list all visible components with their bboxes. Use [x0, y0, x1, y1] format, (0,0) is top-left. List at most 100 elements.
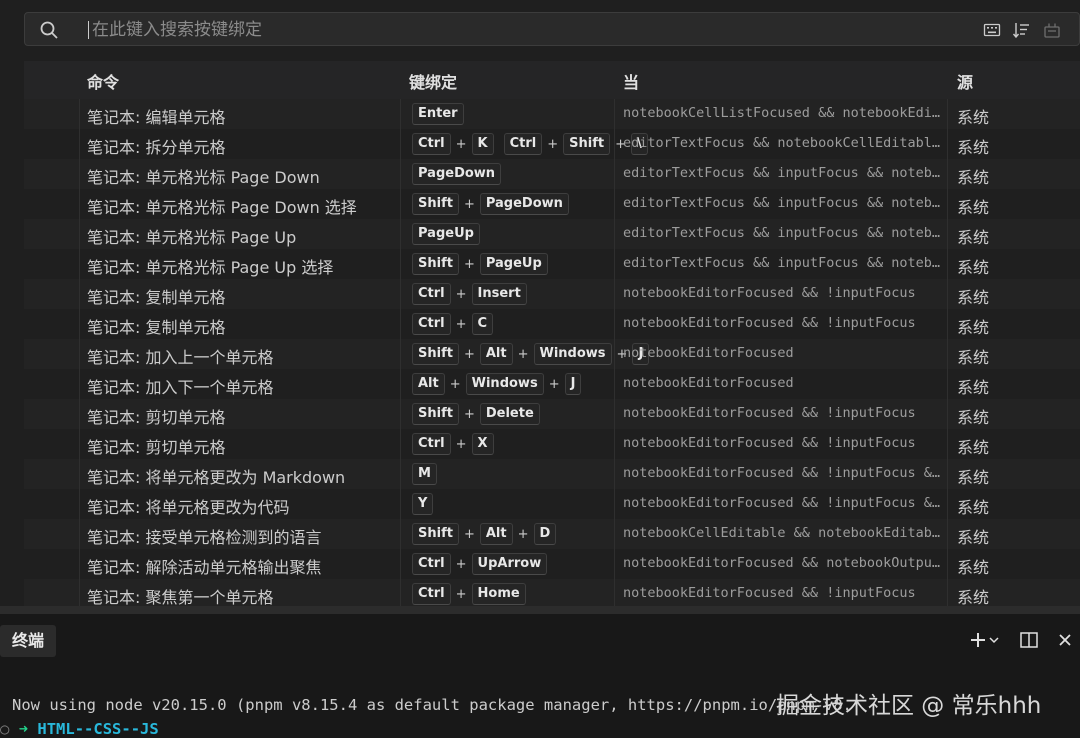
key-cap: X	[471, 433, 494, 455]
command-label: 笔记本: 将单元格更改为 Markdown	[87, 468, 346, 487]
clear-icon[interactable]	[1043, 21, 1061, 39]
source-label: 系统	[957, 198, 990, 217]
source-label: 系统	[957, 108, 990, 127]
table-row[interactable]: 笔记本: 单元格光标 Page Down 选择 Shift + PageDown edi…	[24, 189, 1080, 219]
keybinding-cell: Shift + PageDown	[412, 193, 569, 215]
keybinding-cell: Shift + Alt + D	[412, 523, 557, 545]
command-label: 笔记本: 单元格光标 Page Up 选择	[87, 258, 334, 277]
panel-splitter[interactable]	[0, 606, 1080, 614]
keybinding-cell: Ctrl + X	[412, 433, 494, 455]
when-clause: editorTextFocus && inputFocus && noteb…	[623, 165, 940, 181]
key-cap: Windows	[465, 373, 544, 395]
table-row[interactable]: 笔记本: 聚焦第一个单元格 Ctrl + Home notebookEditorFocu…	[24, 579, 1080, 609]
source-label: 系统	[957, 138, 990, 157]
table-row[interactable]: 笔记本: 加入下一个单元格 Alt + Windows + JnotebookEditor…	[24, 369, 1080, 399]
key-separator: +	[455, 556, 467, 572]
table-body: 笔记本: 编辑单元格 Enter notebookCellListFocused &…	[24, 99, 1080, 609]
keybinding-cell: PageUp	[412, 223, 480, 245]
when-clause: notebookEditorFocused && !inputFocus	[623, 435, 916, 451]
when-clause: editorTextFocus && notebookCellEditabl…	[623, 135, 940, 151]
table-row[interactable]: 笔记本: 拆分单元格 Ctrl + K Ctrl + Shift + \ editorTextFo…	[24, 129, 1080, 159]
table-row[interactable]: 笔记本: 编辑单元格 Enter notebookCellListFocused &…	[24, 99, 1080, 129]
prompt-directory: HTML--CSS--JS	[37, 720, 159, 738]
key-separator: +	[463, 196, 475, 212]
key-cap: Shift	[412, 253, 459, 275]
when-clause: notebookEditorFocused && !inputFocus	[623, 585, 916, 601]
table-row[interactable]: 笔记本: 单元格光标 Page Down PageDown editorTextFo…	[24, 159, 1080, 189]
keybinding-cell: PageDown	[412, 163, 502, 185]
when-clause: notebookEditorFocused	[623, 345, 794, 361]
command-label: 笔记本: 单元格光标 Page Down 选择	[87, 198, 357, 217]
column-divider	[614, 99, 615, 607]
column-divider	[400, 99, 401, 607]
key-cap: Y	[412, 493, 434, 515]
table-row[interactable]: 笔记本: 加入上一个单元格 Shift + Alt + Windows + Jnotebook…	[24, 339, 1080, 369]
command-label: 笔记本: 单元格光标 Page Up	[87, 228, 297, 247]
keybinding-cell: M	[412, 463, 437, 485]
command-label: 笔记本: 剪切单元格	[87, 438, 226, 457]
search-input[interactable]	[90, 15, 974, 45]
source-label: 系统	[957, 168, 990, 187]
key-cap: Shift	[412, 523, 459, 545]
key-cap: Home	[471, 583, 526, 605]
sort-precedence-icon[interactable]	[1012, 21, 1030, 39]
column-header-when[interactable]: 当	[623, 69, 639, 93]
keybindings-table: 命令 键绑定 当 源 笔记本: 编辑单元格 Enter notebookCellLi…	[24, 61, 1080, 609]
close-icon[interactable]	[1055, 630, 1075, 650]
key-separator: +	[548, 376, 560, 392]
table-row[interactable]: 笔记本: 剪切单元格 Ctrl + X notebookEditorFocused &&…	[24, 429, 1080, 459]
table-row[interactable]: 笔记本: 解除活动单元格输出聚焦 Ctrl + UpArrow notebookEdit…	[24, 549, 1080, 579]
split-panel-icon[interactable]	[1019, 630, 1039, 650]
source-label: 系统	[957, 438, 990, 457]
tab-terminal[interactable]: 终端	[0, 625, 57, 657]
key-cap: Insert	[471, 283, 527, 305]
keyboard-icon[interactable]	[983, 21, 1001, 39]
key-separator: +	[455, 586, 467, 602]
when-clause: editorTextFocus && inputFocus && noteb…	[623, 195, 940, 211]
column-header-keybinding[interactable]: 键绑定	[409, 69, 457, 93]
column-header-source[interactable]: 源	[957, 69, 973, 93]
source-label: 系统	[957, 318, 990, 337]
add-terminal-icon[interactable]	[968, 630, 988, 650]
key-separator: +	[449, 376, 461, 392]
source-label: 系统	[957, 288, 990, 307]
key-cap: PageDown	[412, 163, 502, 185]
key-cap: Ctrl	[412, 283, 451, 305]
key-separator: +	[455, 286, 467, 302]
when-clause: notebookCellEditable && notebookEditab…	[623, 525, 940, 541]
source-label: 系统	[957, 258, 990, 277]
keybinding-cell: Ctrl + K Ctrl + Shift + \	[412, 133, 648, 155]
command-label: 笔记本: 将单元格更改为代码	[87, 498, 290, 517]
key-separator: +	[517, 346, 529, 362]
key-cap: Shift	[563, 133, 611, 155]
key-cap: Windows	[533, 343, 612, 365]
keybinding-cell: Shift + Delete	[412, 403, 540, 425]
watermark: 掘金技术社区 @ 常乐hhh	[776, 693, 1042, 719]
key-cap: PageDown	[479, 193, 569, 215]
table-row[interactable]: 笔记本: 接受单元格检测到的语言 Shift + Alt + DnotebookCellE…	[24, 519, 1080, 549]
keybinding-cell: Alt + Windows + J	[412, 373, 582, 395]
column-header-command[interactable]: 命令	[87, 69, 119, 93]
terminal-prompt: ○ ➜ HTML--CSS--JS	[0, 720, 159, 738]
search-bar[interactable]	[24, 12, 1080, 46]
key-cap: Ctrl	[412, 553, 451, 575]
command-label: 笔记本: 复制单元格	[87, 288, 226, 307]
when-clause: notebookEditorFocused && !inputFocus	[623, 315, 916, 331]
key-cap: M	[412, 463, 437, 485]
key-separator: +	[517, 526, 529, 542]
table-row[interactable]: 笔记本: 剪切单元格 Shift + Delete notebookEditorFocu…	[24, 399, 1080, 429]
key-cap: K	[471, 133, 494, 155]
keybinding-cell: Enter	[412, 103, 464, 125]
chevron-down-icon[interactable]	[988, 630, 1000, 650]
source-label: 系统	[957, 588, 990, 607]
table-row[interactable]: 笔记本: 将单元格更改为 Markdown MnotebookEditorFocu…	[24, 459, 1080, 489]
table-row[interactable]: 笔记本: 单元格光标 Page Up PageUp editorTextFocus …	[24, 219, 1080, 249]
table-row[interactable]: 笔记本: 复制单元格 Ctrl + Insert notebookEditorFocus…	[24, 279, 1080, 309]
table-row[interactable]: 笔记本: 将单元格更改为代码 YnotebookEditorFocused && …	[24, 489, 1080, 519]
keybinding-cell: Ctrl + Home	[412, 583, 526, 605]
source-label: 系统	[957, 468, 990, 487]
table-row[interactable]: 笔记本: 单元格光标 Page Up 选择 Shift + PageUp editorT…	[24, 249, 1080, 279]
command-label: 笔记本: 接受单元格检测到的语言	[87, 528, 322, 547]
table-row[interactable]: 笔记本: 复制单元格 Ctrl + CnotebookEditorFocused &&…	[24, 309, 1080, 339]
key-cap: Ctrl	[412, 313, 451, 335]
